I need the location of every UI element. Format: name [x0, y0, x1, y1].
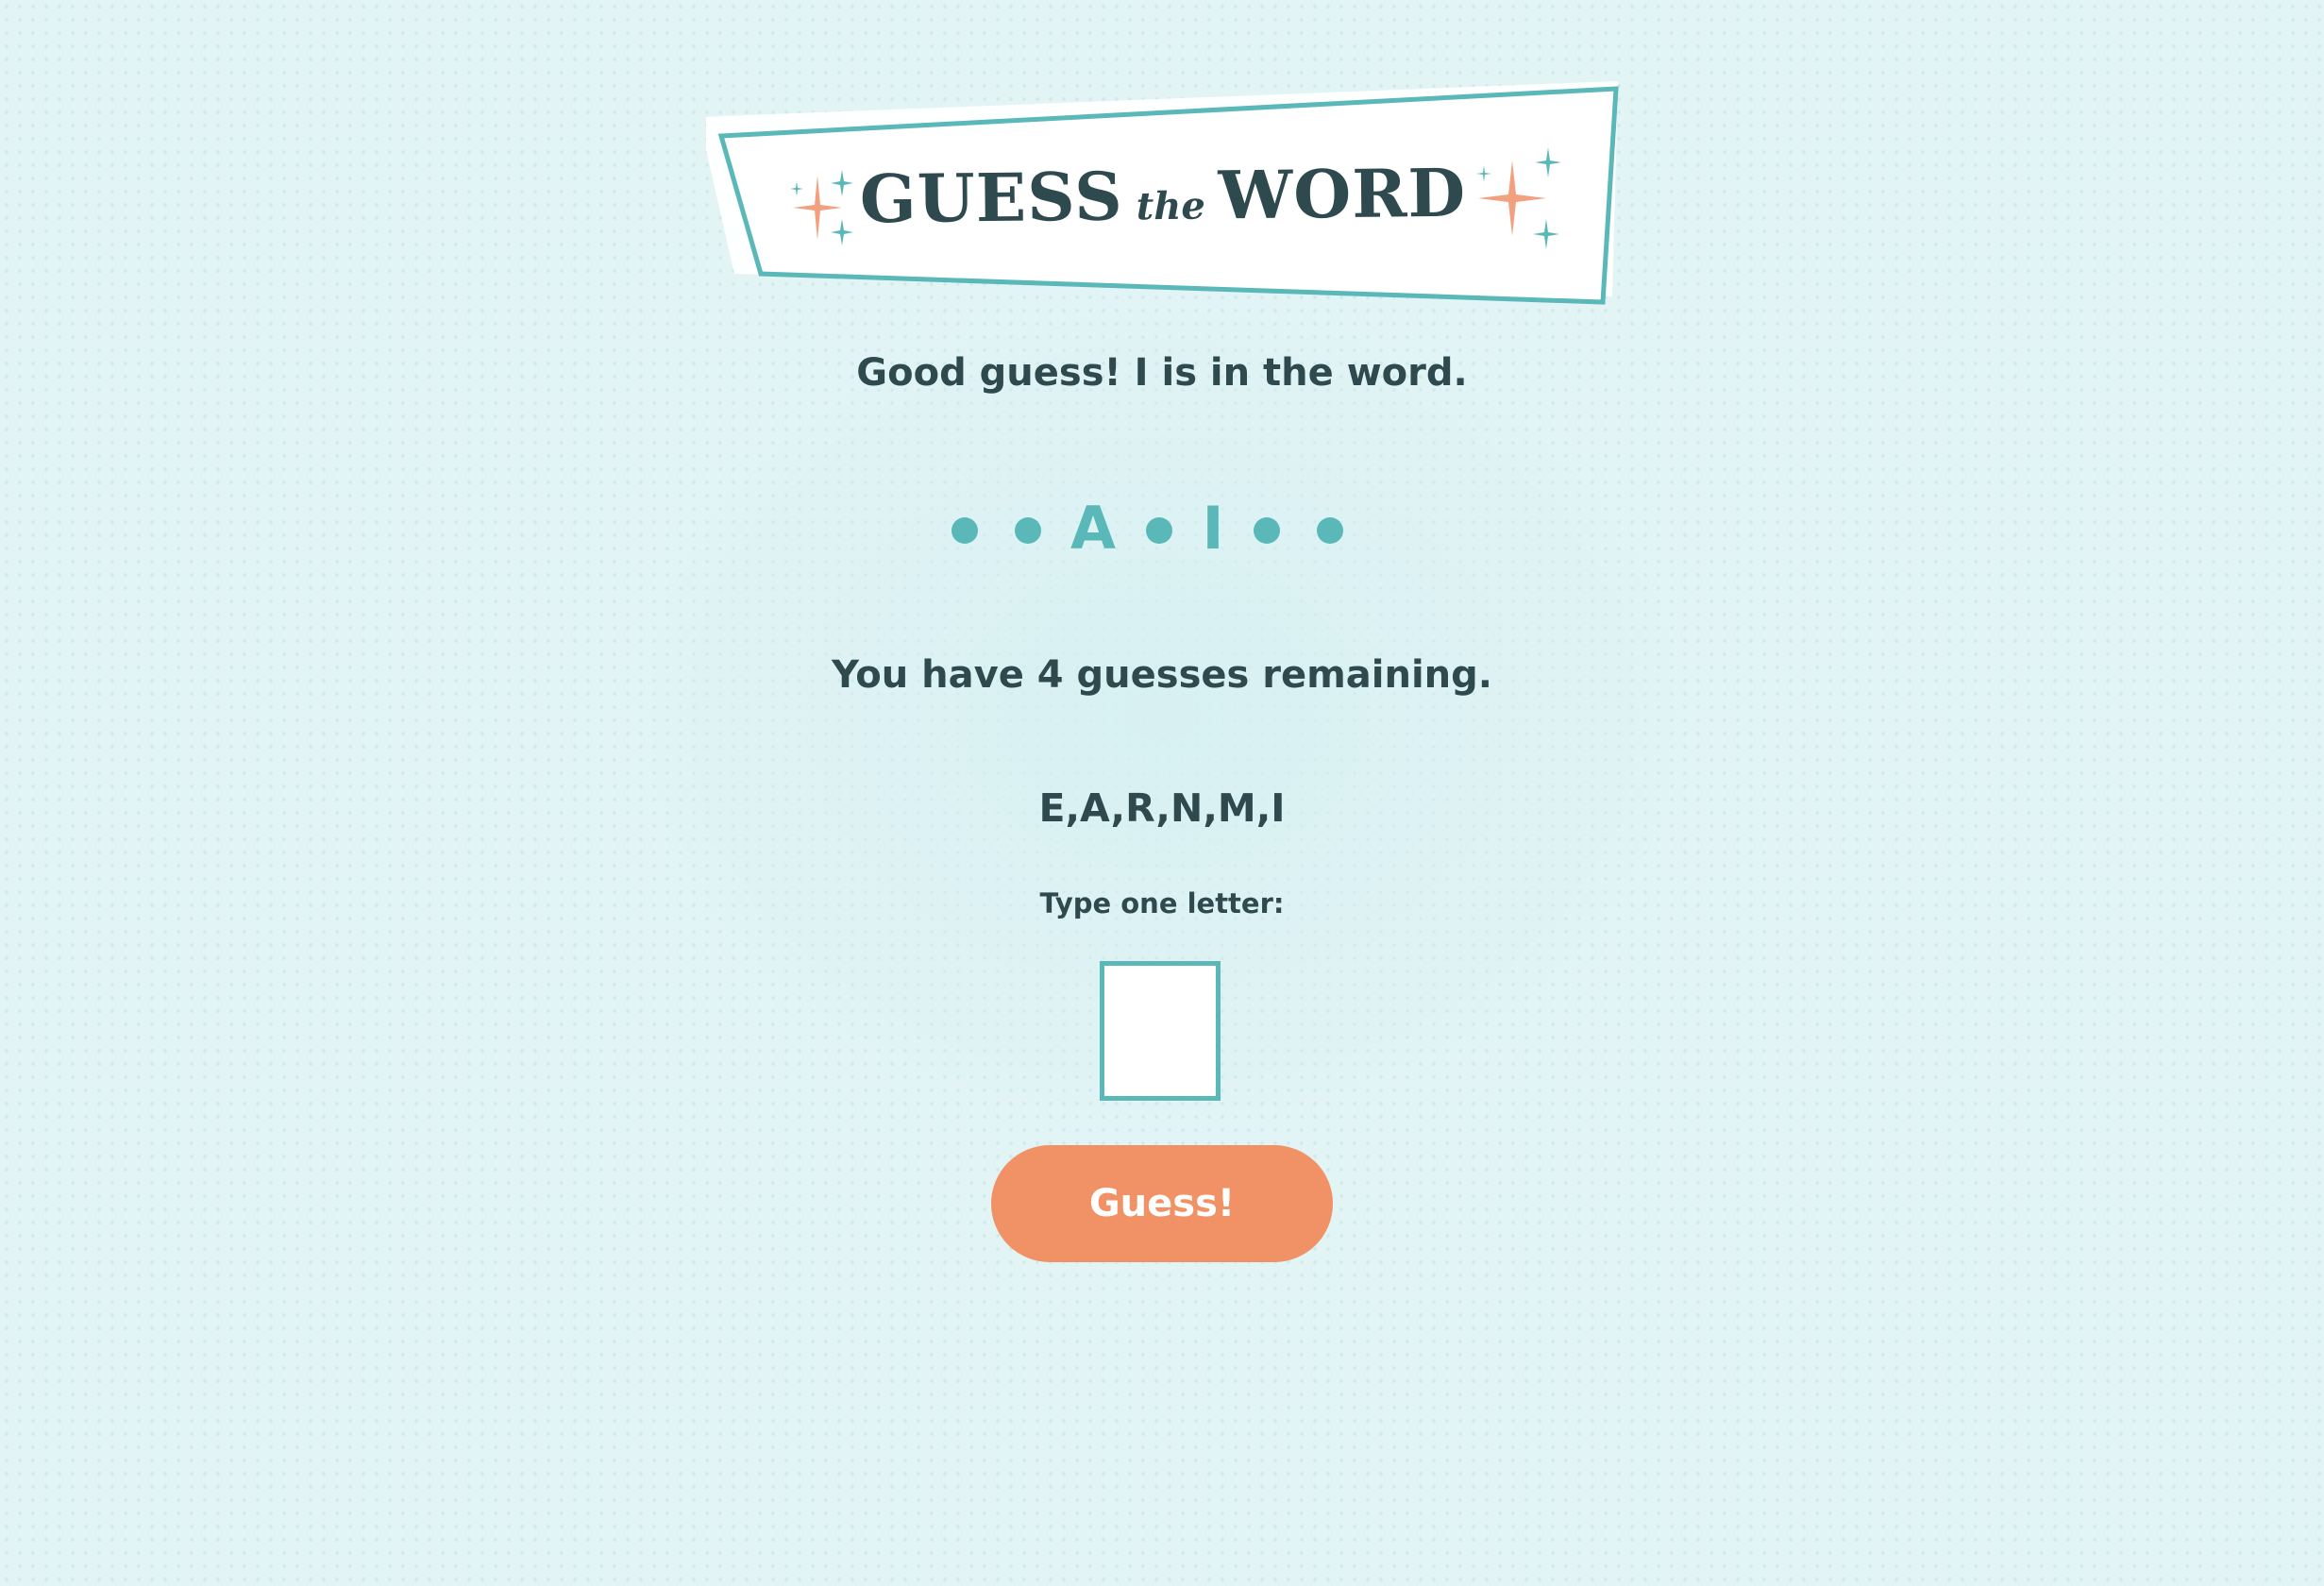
revealed-letter: I [1202, 494, 1224, 563]
letter-input[interactable] [1100, 961, 1221, 1101]
logo-word-guess: GUESS [859, 157, 1124, 239]
revealed-letter: A [1070, 494, 1116, 563]
hidden-letter-dot [1254, 517, 1280, 544]
letter-input-label: Type one letter: [1039, 887, 1285, 920]
guessed-letters: E,A,R,N,M,I [1038, 785, 1286, 831]
remaining-guesses: You have 4 guesses remaining. [832, 653, 1492, 697]
game-logo: GUESS the WORD [706, 76, 1620, 312]
hidden-letter-dot [1015, 517, 1041, 544]
guess-button[interactable]: Guess! [991, 1145, 1333, 1262]
hidden-letter-dot [1146, 517, 1172, 544]
feedback-message: Good guess! I is in the word. [856, 351, 1468, 395]
hidden-letter-dot [951, 517, 978, 544]
logo-word-word: WORD [1218, 153, 1467, 235]
logo-word-the: the [1136, 183, 1205, 229]
hidden-letter-dot [1317, 517, 1343, 544]
logo-title: GUESS the WORD [706, 152, 1621, 240]
word-in-progress: A I [0, 491, 2324, 566]
